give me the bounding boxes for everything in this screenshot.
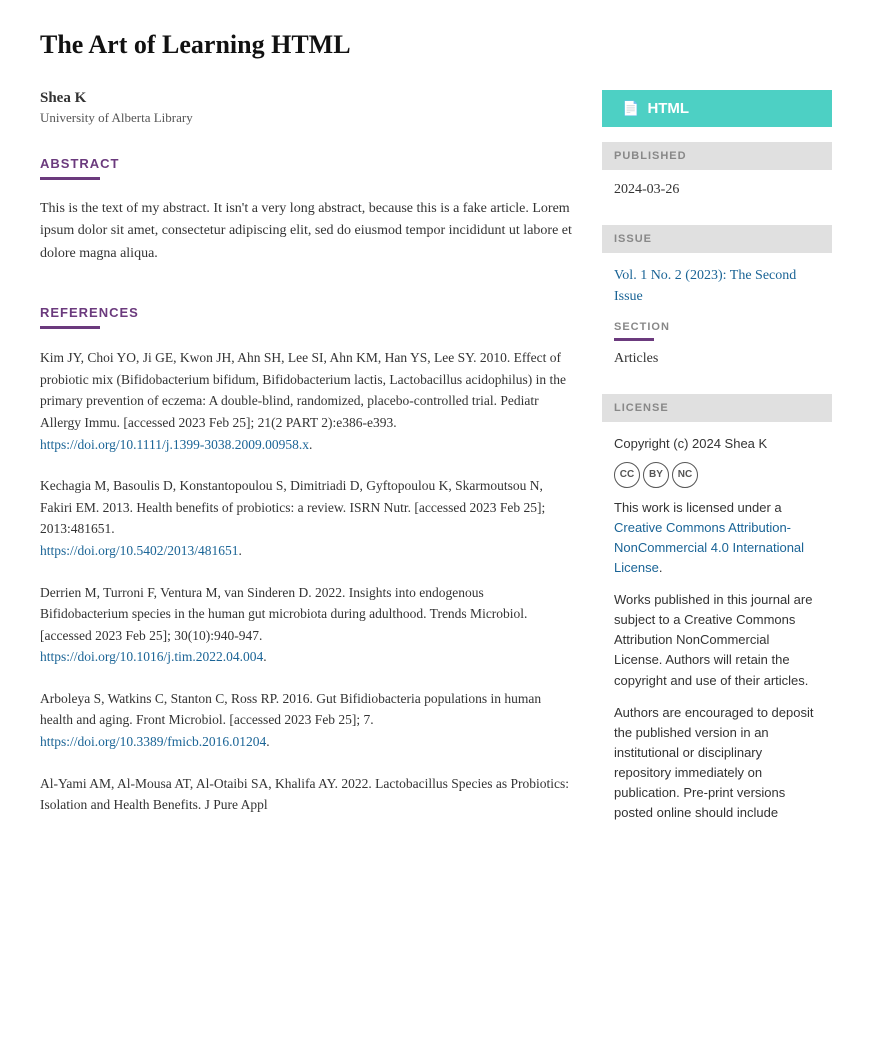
reference-text-5: Al-Yami AM, Al-Mousa AT, Al-Otaibi SA, K… [40,776,569,813]
cc-icons: CC BY NC [614,462,820,488]
list-item: Al-Yami AM, Al-Mousa AT, Al-Otaibi SA, K… [40,773,572,816]
references-heading: REFERENCES [40,305,572,320]
html-download-button[interactable]: 📄 HTML [602,90,832,127]
issue-heading: ISSUE [602,225,832,253]
reference-doi-3[interactable]: https://doi.org/10.1016/j.tim.2022.04.00… [40,649,263,664]
right-sidebar: 📄 HTML PUBLISHED 2024-03-26 ISSUE Vol. 1… [602,90,832,861]
reference-text-3: Derrien M, Turroni F, Ventura M, van Sin… [40,585,527,643]
abstract-heading: ABSTRACT [40,156,572,171]
by-icon: BY [643,462,669,488]
license-card: LICENSE Copyright (c) 2024 Shea K CC BY … [602,394,832,846]
left-column: Shea K University of Alberta Library ABS… [40,90,572,861]
references-section: REFERENCES Kim JY, Choi YO, Ji GE, Kwon … [40,305,572,816]
published-date: 2024-03-26 [614,182,820,198]
list-item: Kechagia M, Basoulis D, Konstantopoulou … [40,475,572,561]
author-affiliation: University of Alberta Library [40,110,572,126]
license-para3: Authors are encouraged to deposit the pu… [614,703,820,824]
issue-link[interactable]: Vol. 1 No. 2 (2023): The Second Issue [614,268,796,304]
html-button-label: HTML [647,100,689,117]
reference-text-1: Kim JY, Choi YO, Ji GE, Kwon JH, Ahn SH,… [40,350,566,430]
abstract-text: This is the text of my abstract. It isn'… [40,198,572,265]
license-link[interactable]: Creative Commons Attribution-NonCommerci… [614,520,804,575]
page-title: The Art of Learning HTML [40,30,832,60]
section-value: Articles [614,351,820,367]
file-icon: 📄 [622,100,639,117]
list-item: Derrien M, Turroni F, Ventura M, van Sin… [40,582,572,668]
reference-doi-4[interactable]: https://doi.org/10.3389/fmicb.2016.01204 [40,734,266,749]
section-heading: SECTION [614,321,820,333]
license-para2: Works published in this journal are subj… [614,590,820,691]
license-heading: LICENSE [602,394,832,422]
references-underline [40,326,100,329]
abstract-section: ABSTRACT This is the text of my abstract… [40,156,572,265]
author-section: Shea K University of Alberta Library [40,90,572,126]
section-divider [614,338,654,341]
nc-icon: NC [672,462,698,488]
reference-text-4: Arboleya S, Watkins C, Stanton C, Ross R… [40,691,541,728]
list-item: Arboleya S, Watkins C, Stanton C, Ross R… [40,688,572,753]
copyright-text: Copyright (c) 2024 Shea K [614,434,820,454]
published-card: PUBLISHED 2024-03-26 [602,142,832,210]
reference-doi-1[interactable]: https://doi.org/10.1111/j.1399-3038.2009… [40,437,309,452]
cc-icon: CC [614,462,640,488]
issue-card: ISSUE Vol. 1 No. 2 (2023): The Second Is… [602,225,832,379]
abstract-underline [40,177,100,180]
published-heading: PUBLISHED [602,142,832,170]
reference-doi-2[interactable]: https://doi.org/10.5402/2013/481651 [40,543,239,558]
reference-text-2: Kechagia M, Basoulis D, Konstantopoulou … [40,478,545,536]
author-name: Shea K [40,90,572,107]
list-item: Kim JY, Choi YO, Ji GE, Kwon JH, Ahn SH,… [40,347,572,455]
license-intro-paragraph: This work is licensed under a Creative C… [614,498,820,579]
